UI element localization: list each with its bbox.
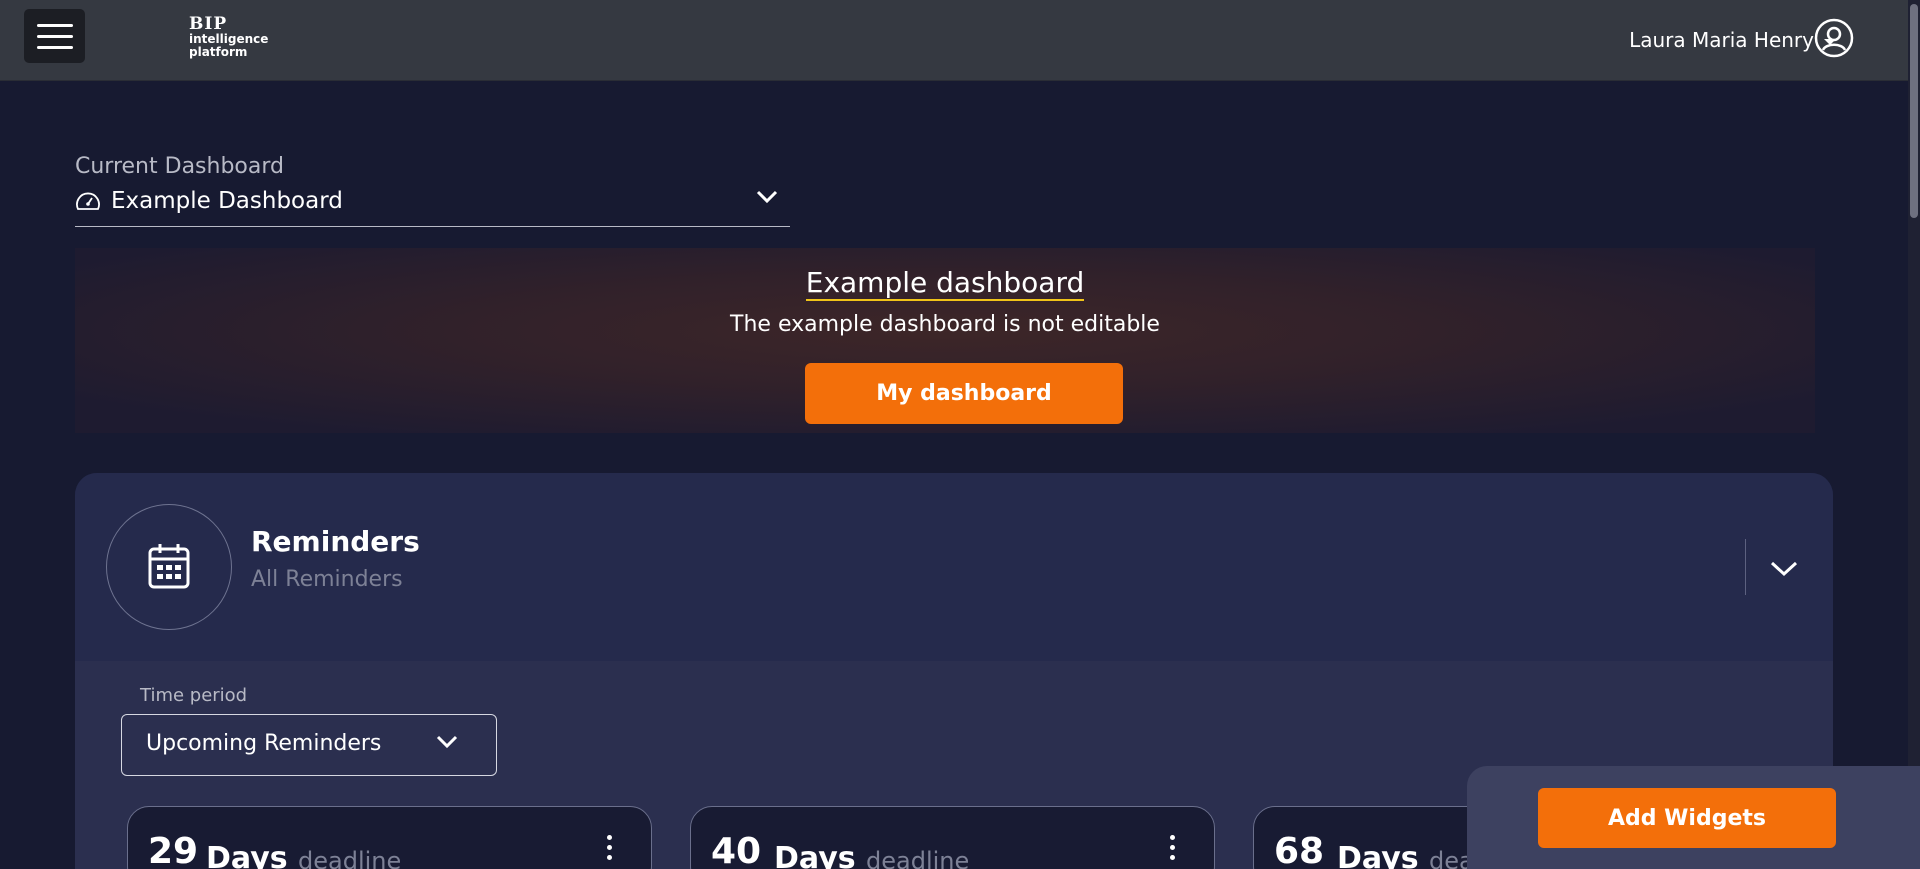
menu-icon-bar xyxy=(37,46,73,49)
chevron-down-icon xyxy=(436,735,458,749)
more-options-icon[interactable] xyxy=(1170,835,1176,865)
reminders-header: Reminders All Reminders xyxy=(75,473,1833,661)
reminder-days-number: 29 xyxy=(148,831,199,869)
collapse-chevron-icon[interactable] xyxy=(1758,543,1810,593)
user-avatar-icon[interactable] xyxy=(1814,18,1854,58)
reminder-days-number: 68 xyxy=(1274,831,1325,869)
reminders-icon-circle xyxy=(106,504,232,630)
logo[interactable]: BIP intelligence platform xyxy=(189,16,279,72)
add-widgets-panel: Add Widgets xyxy=(1467,766,1920,869)
time-period-value: Upcoming Reminders xyxy=(146,731,382,756)
logo-text-line2: platform xyxy=(189,45,248,59)
scrollbar[interactable] xyxy=(1908,0,1920,869)
speedometer-icon xyxy=(76,192,100,210)
example-dashboard-banner: Example dashboard The example dashboard … xyxy=(75,248,1815,433)
reminder-deadline-label: deadline xyxy=(298,847,402,869)
menu-icon-bar xyxy=(37,35,73,38)
user-name: Laura Maria Henry xyxy=(1629,28,1814,52)
reminders-title: Reminders xyxy=(251,525,420,558)
reminder-card[interactable]: 40 Days deadline xyxy=(690,806,1215,869)
banner-title-text: Example dashboard xyxy=(805,266,1085,301)
current-dashboard-label: Current Dashboard xyxy=(75,154,284,179)
hamburger-menu-button[interactable] xyxy=(24,9,85,63)
time-period-label: Time period xyxy=(140,685,248,706)
logo-mark: BIP xyxy=(189,14,228,34)
reminder-card[interactable]: 29 Days deadline xyxy=(127,806,652,869)
current-dashboard-value: Example Dashboard xyxy=(75,188,343,214)
banner-subtitle: The example dashboard is not editable xyxy=(730,312,1160,337)
reminder-days-unit: Days xyxy=(206,841,288,869)
calendar-icon xyxy=(148,544,190,589)
reminder-days-unit: Days xyxy=(1337,841,1419,869)
reminders-subtitle: All Reminders xyxy=(251,567,403,592)
top-bar: BIP intelligence platform Laura Maria He… xyxy=(0,0,1908,81)
divider xyxy=(1745,539,1746,595)
reminder-deadline-label: deadline xyxy=(866,847,970,869)
more-options-icon[interactable] xyxy=(607,835,613,865)
time-period-select[interactable]: Upcoming Reminders xyxy=(121,714,497,776)
scrollbar-thumb[interactable] xyxy=(1910,4,1918,218)
dashboard-name: Example Dashboard xyxy=(111,188,343,214)
add-widgets-button[interactable]: Add Widgets xyxy=(1538,788,1836,848)
menu-icon xyxy=(37,24,73,27)
chevron-down-icon xyxy=(756,190,778,204)
user-menu[interactable]: Laura Maria Henry xyxy=(1629,22,1836,58)
reminder-days-number: 40 xyxy=(711,831,762,869)
banner-title: Example dashboard xyxy=(75,266,1815,301)
my-dashboard-button[interactable]: My dashboard xyxy=(805,363,1123,424)
current-dashboard-select[interactable]: Current Dashboard Example Dashboard xyxy=(75,154,790,227)
reminder-days-unit: Days xyxy=(774,841,856,869)
